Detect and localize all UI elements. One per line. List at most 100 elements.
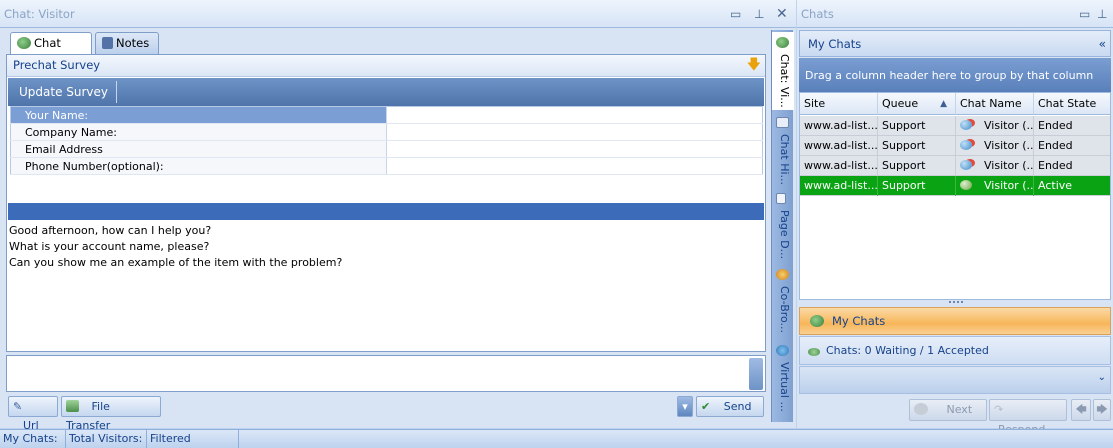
nav-my-chats[interactable]: My Chats [799,307,1111,335]
notes-icon [102,37,113,49]
field-label: Company Name: [10,123,387,141]
chat-message: What is your account name, please? [9,240,210,253]
nav-overflow-bar: ⌄ [799,366,1111,394]
page-details-icon [776,193,786,204]
chat-history-icon [776,117,789,128]
next-label: Next [946,403,973,416]
update-survey-button[interactable]: Update Survey [11,81,118,103]
panel-title-bar: Chat: Visitor [0,0,796,28]
group-by-bar[interactable]: Drag a column header here to group by th… [799,58,1111,92]
prechat-title: Prechat Survey [13,58,101,72]
cell-chat-name: Visitor (... [956,156,1034,176]
pin-icon[interactable]: ⊥ [1097,0,1107,28]
cell-text: Visitor (... [984,179,1034,192]
prechat-form: Your Name: Company Name: Email Address P… [10,106,763,175]
cell-text: Visitor (... [984,139,1034,152]
message-selection-bar[interactable] [8,203,764,220]
side-tab-page-details[interactable]: Page D... [772,188,794,262]
update-survey-bar: Update Survey [8,78,764,106]
company-name-field[interactable] [386,123,763,141]
restore-icon[interactable]: ▭ [1079,0,1090,28]
column-header-chat-name[interactable]: Chat Name [956,93,1034,115]
form-row: Your Name: [10,106,763,124]
cell-chat-state: Ended [1038,119,1073,132]
table-row[interactable]: www.ad-list... Support Visitor (... Ende… [800,156,1110,176]
side-tab-co-browse[interactable]: Co-Bro... [772,264,794,338]
respond-button[interactable]: ↷ Respond [989,399,1067,436]
panel-title-bar: Chats [797,0,1113,28]
cell-queue: Support [878,136,956,156]
column-header-site[interactable]: Site [800,93,878,115]
tab-notes[interactable]: Notes [95,32,159,54]
send-label: Send [723,400,752,413]
close-icon[interactable]: ✕ [776,0,788,28]
form-row: Company Name: [10,123,763,141]
your-name-field[interactable] [386,106,763,124]
sort-ascending-icon: ▲ [940,99,947,109]
nav-label: My Chats [832,314,886,328]
panel-title: Chats [801,7,834,21]
cell-chat-state: Active [1038,179,1073,192]
send-options-icon[interactable]: ▾ [677,396,693,417]
collapse-arrow-icon[interactable]: 🡇 [747,55,761,76]
cell-queue: Support [878,156,956,176]
chats-panel: Chats ▭ ⊥ My Chats « Drag a column heade… [797,0,1113,436]
file-transfer-icon [66,400,79,412]
side-tab-chat-visitor[interactable]: Chat: Vi... [772,32,794,110]
url-button[interactable]: ✎ Url [8,396,58,432]
tab-label: Notes [116,36,150,50]
column-header-label: Queue [882,97,919,110]
cell-chat-name: Visitor (... [956,176,1034,196]
file-transfer-button[interactable]: File Transfer [61,396,161,432]
chevron-down-icon[interactable]: ⌄ [1098,372,1106,383]
chat-transcript: Good afternoon, how can I help you? What… [9,223,759,343]
cell-text: Visitor (... [984,159,1034,172]
side-tab-label: Chat Hi... [778,134,791,186]
pane-splitter[interactable] [799,300,1111,306]
panel-title: Chat: Visitor [4,7,75,21]
tab-chat-text[interactable]: Chat Text [10,32,92,70]
cell-chat-name: Visitor (... [956,136,1034,156]
cell-text: Visitor (... [984,119,1034,132]
message-compose-input[interactable] [6,355,766,392]
chat-toolbar: ✎ Url File Transfer ▾ ✔ Send [6,395,766,432]
send-check-icon: ✔ [701,400,711,413]
cell-chat-state: Ended [1038,139,1073,152]
next-button[interactable]: Next [909,399,987,421]
prechat-survey-header: Prechat Survey 🡇 [7,55,765,77]
compose-scrollbar[interactable] [749,358,763,390]
status-bar: My Chats: 1 Total Visitors: 6 Filtered V… [0,429,1113,448]
side-tab-chat-history[interactable]: Chat Hi... [772,112,794,186]
form-row: Phone Number(optional): [10,157,763,175]
table-row[interactable]: www.ad-list... Support Visitor (... Ende… [800,116,1110,136]
restore-icon[interactable]: ▭ [730,0,741,28]
side-tab-label: Page D... [778,210,791,260]
cell-chat-name: Visitor (... [956,116,1034,136]
cell-site: www.ad-list... [800,116,878,136]
cell-site: www.ad-list... [800,136,878,156]
next-arrow-icon[interactable]: 🡆 [1093,399,1111,421]
side-tab-label: Co-Bro... [778,286,791,334]
table-row[interactable]: www.ad-list... Support Visitor (... Ende… [800,136,1110,156]
pin-icon[interactable]: ⊥ [754,0,764,28]
column-header-chat-state[interactable]: Chat State [1034,93,1110,115]
cell-site: www.ad-list... [800,156,878,176]
chat-bubble-icon [776,37,789,48]
send-button[interactable]: ✔ Send [696,396,764,417]
nav-chats-status[interactable]: Chats: 0 Waiting / 1 Accepted [799,336,1111,365]
email-address-field[interactable] [386,140,763,158]
nav-label: Chats: 0 Waiting / 1 Accepted [826,344,989,357]
chats-icon [808,348,820,356]
chat-visitor-panel: Chat: Visitor ▭ ⊥ ✕ Chat Text Notes Prec… [0,0,796,432]
table-row-active[interactable]: www.ad-list... Support Visitor (... Acti… [800,176,1110,196]
collapse-chevrons-icon[interactable]: « [1099,31,1106,57]
side-tab-virtual[interactable]: Virtual ... [772,340,794,420]
column-header-queue[interactable]: Queue ▲ [878,93,956,115]
phone-number-field[interactable] [386,157,763,175]
status-total-visitors: Total Visitors: 6 [66,430,147,448]
previous-arrow-icon[interactable]: 🡄 [1071,399,1091,421]
status-filtered-visitors: Filtered Visitors: 6 [147,430,239,448]
field-label: Your Name: [10,106,387,124]
form-row: Email Address [10,140,763,158]
link-icon: ✎ [13,400,23,413]
